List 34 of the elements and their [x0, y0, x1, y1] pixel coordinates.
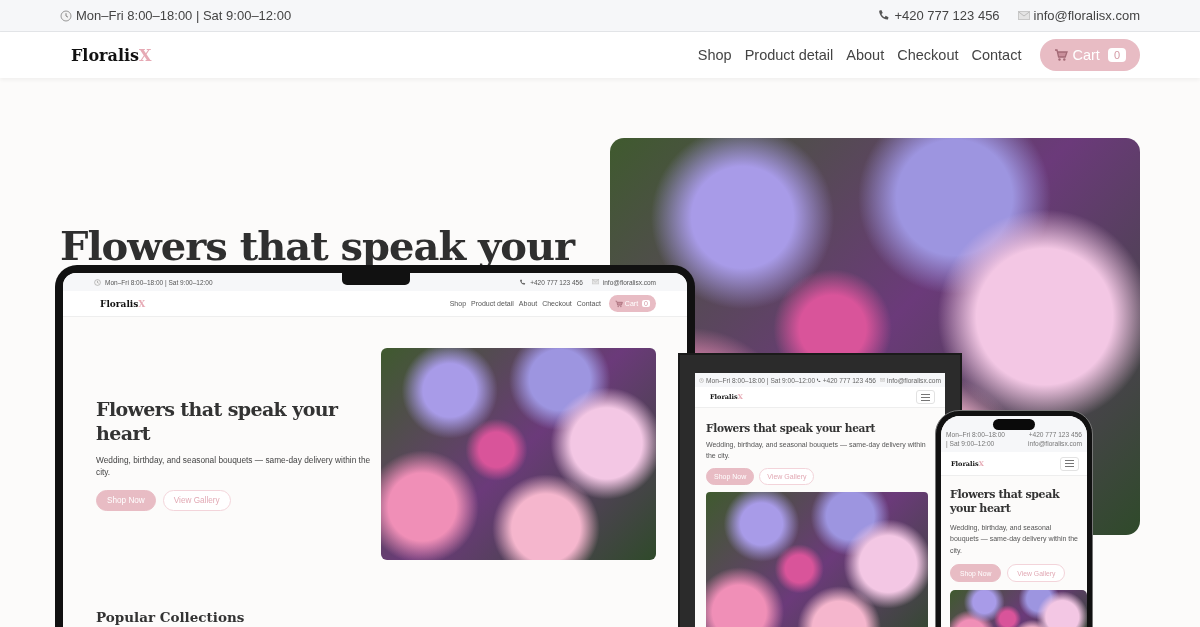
cart-count: 0: [1107, 48, 1126, 62]
menu-icon: [1065, 460, 1074, 467]
camera-island: [993, 419, 1035, 430]
mail-icon: [591, 279, 599, 285]
menu-icon: [921, 393, 930, 401]
hero-title: Flowers that speak your: [60, 222, 575, 269]
opening-hours: Mon–Fri 8:00–18:00 | Sat 9:00–12:00: [76, 8, 292, 23]
mail-icon: [1017, 11, 1030, 20]
nav-link[interactable]: Checkout: [897, 47, 959, 63]
hero-title: Flowers that speak your heart: [706, 422, 877, 434]
phone-icon: [815, 377, 821, 383]
logo[interactable]: FloralisX: [100, 298, 146, 309]
phone-icon: [877, 9, 891, 22]
phone-number: +420 777 123 456: [894, 8, 1000, 23]
cart-icon: [1054, 48, 1069, 62]
clock-icon: [699, 377, 704, 383]
email-address: info@floralisx.com: [1033, 8, 1140, 23]
nav-link[interactable]: Contact: [971, 47, 1022, 63]
hero-title: Flowers that speak your heart: [950, 488, 1061, 517]
nav-link[interactable]: Shop: [697, 47, 732, 63]
nav-link[interactable]: About: [846, 47, 885, 63]
menu-button[interactable]: [1060, 456, 1079, 471]
logo[interactable]: FloralisX: [71, 45, 152, 65]
nav-link[interactable]: Product detail: [744, 47, 834, 63]
hero-title: Flowers that speak your heart: [96, 398, 340, 446]
clock-icon: [60, 9, 72, 22]
menu-button[interactable]: [916, 390, 935, 404]
section-title: Popular Collections: [96, 609, 246, 625]
hero-subtitle: Wedding, birthday, and seasonal bouquets — same-day delivery within the city.: [96, 453, 371, 480]
camera-notch: [342, 273, 410, 285]
cart-icon: [614, 299, 623, 308]
mail-icon: [880, 378, 886, 382]
phone-icon: [519, 278, 527, 286]
clock-icon: [94, 278, 101, 286]
